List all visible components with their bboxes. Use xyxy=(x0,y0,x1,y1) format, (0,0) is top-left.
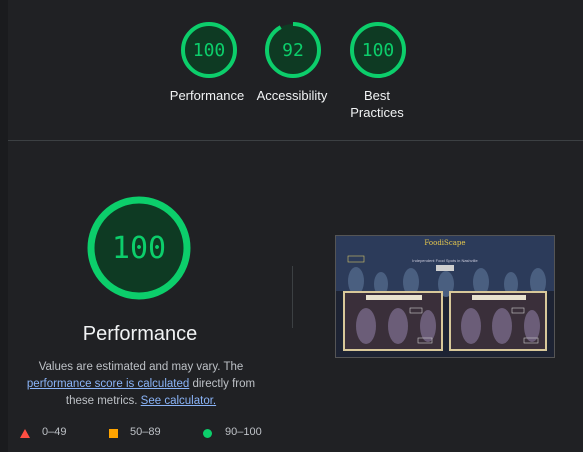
performance-description: Values are estimated and may vary. The p… xyxy=(12,359,270,410)
screenshot-site-title: FoodiScape xyxy=(424,239,466,247)
legend-pass-range: 90–100 xyxy=(225,426,262,438)
performance-score: 100 xyxy=(192,39,226,61)
performance-gauge[interactable]: 100 xyxy=(179,20,239,80)
best-practices-score: 100 xyxy=(361,39,395,61)
left-edge xyxy=(0,0,8,452)
description-prefix: Values are estimated and may vary. The xyxy=(38,361,244,373)
vertical-separator xyxy=(292,266,293,328)
performance-big-gauge: 100 xyxy=(86,195,192,301)
score-calculated-link[interactable]: performance score is calculated xyxy=(27,378,189,390)
circle-icon xyxy=(203,429,212,438)
best-practices-gauge[interactable]: 100 xyxy=(348,20,408,80)
accessibility-gauge[interactable]: 92 xyxy=(263,20,323,80)
square-icon xyxy=(109,429,118,438)
screenshot-site-subtitle: Independent Food Spots in Nashville xyxy=(412,258,478,263)
page-screenshot-thumbnail[interactable]: FoodiScape Independent Food Spots in Nas… xyxy=(335,235,555,358)
performance-heading: Performance xyxy=(82,323,198,345)
best-practices-label[interactable]: Best Practices xyxy=(322,87,432,121)
screenshot-background xyxy=(336,236,554,357)
section-divider xyxy=(8,140,583,141)
see-calculator-link[interactable]: See calculator. xyxy=(141,395,216,407)
legend-average-range: 50–89 xyxy=(130,426,161,438)
accessibility-score: 92 xyxy=(282,39,304,61)
triangle-icon xyxy=(20,429,30,438)
legend-fail-range: 0–49 xyxy=(42,426,67,438)
performance-big-score: 100 xyxy=(111,230,167,266)
best-practices-label-text: Best Practices xyxy=(350,88,404,120)
